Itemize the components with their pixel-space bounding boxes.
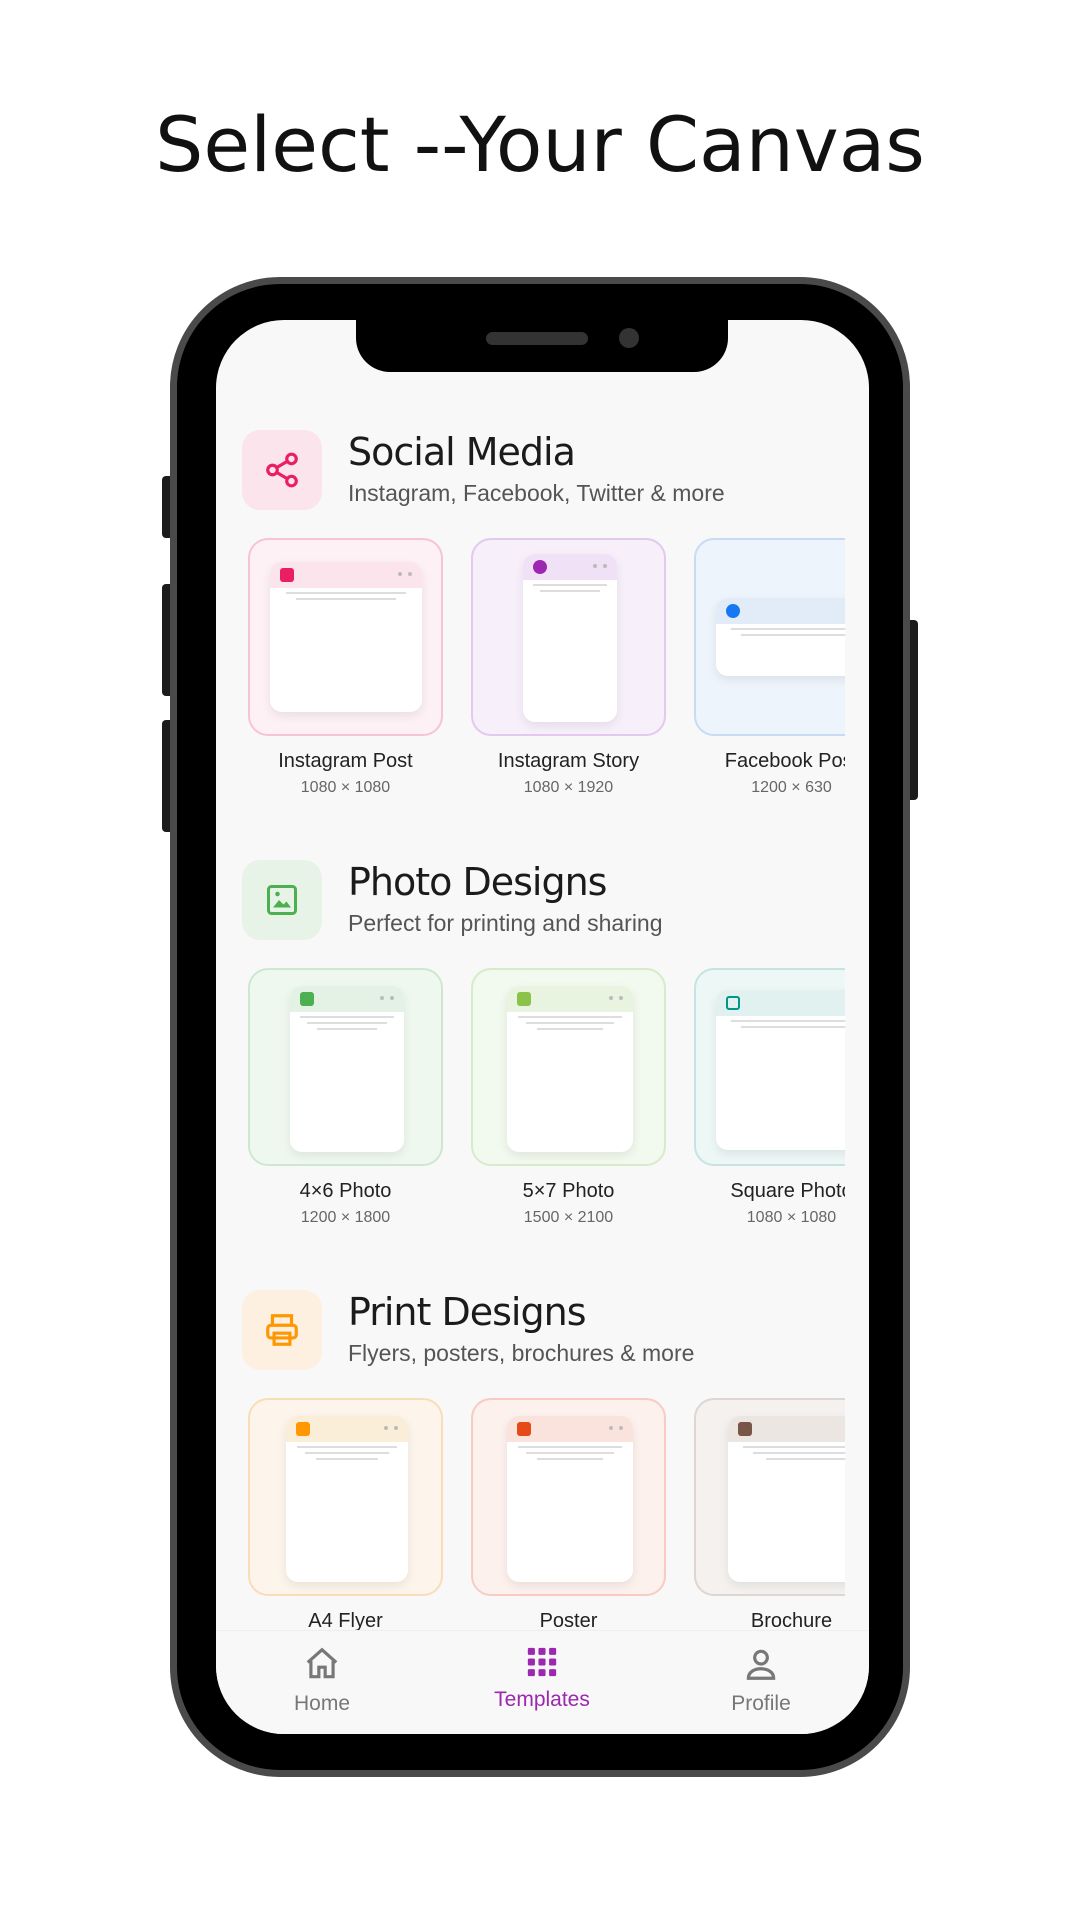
section-subtitle: Perfect for printing and sharing [348,910,663,936]
template-size: 1080 × 1920 [523,779,614,796]
template-card-poster[interactable]: Poster [471,1398,666,1633]
grid-icon [527,1647,557,1677]
template-card-4x6-photo[interactable]: 4×6 Photo 1200 × 1800 [248,968,443,1227]
template-thumbnail [694,1398,845,1596]
template-name: Instagram Story [497,750,640,772]
tab-label: Profile [731,1692,791,1715]
section-subtitle: Instagram, Facebook, Twitter & more [348,480,725,506]
bottom-tab-bar: Home Templates Profile [216,1630,869,1734]
page-headline: Select --Your Canvas [155,100,925,189]
template-size: 1080 × 1080 [300,779,391,796]
tab-templates[interactable]: Templates [472,1645,612,1712]
template-carousel[interactable]: 4×6 Photo 1200 × 1800 5×7 Photo 1500 × 2… [248,968,845,1228]
template-name: Square Photo [730,1180,845,1202]
section-title: Social Media [348,430,576,474]
home-icon [306,1647,338,1679]
template-card-square-photo[interactable]: Square Photo 1080 × 1080 [694,968,845,1227]
image-icon [242,860,322,940]
template-size: 1500 × 2100 [523,1209,614,1226]
template-card-facebook-post[interactable]: Facebook Post 1200 × 630 [694,538,845,797]
template-name: Facebook Post [724,750,845,772]
tab-label: Templates [494,1688,590,1711]
tab-home[interactable]: Home [252,1645,392,1716]
template-name: 5×7 Photo [522,1180,615,1202]
template-thumbnail [471,538,666,736]
template-size: 1080 × 1080 [746,1209,837,1226]
book-icon [738,1422,752,1436]
document-icon [296,1422,310,1436]
person-icon [746,1649,776,1680]
template-thumbnail [248,968,443,1166]
app-screen: Social Media Instagram, Facebook, Twitte… [216,320,869,1734]
template-name: 4×6 Photo [299,1180,392,1202]
phone-notch [356,320,728,372]
printer-icon [242,1290,322,1370]
phone-camera [619,328,639,348]
template-thumbnail [694,968,845,1166]
facebook-icon [726,604,740,618]
camera-icon [280,568,294,582]
template-thumbnail [248,1398,443,1596]
template-thumbnail [471,968,666,1166]
square-icon [726,996,740,1010]
template-size: 1200 × 630 [751,779,832,796]
phone-speaker [486,332,588,345]
alert-icon [517,1422,531,1436]
share-icon [242,430,322,510]
template-carousel[interactable]: A4 Flyer Poster Brochure [248,1398,845,1638]
image-icon [300,992,314,1006]
section-subtitle: Flyers, posters, brochures & more [348,1340,695,1366]
tab-label: Home [293,1692,351,1715]
template-card-a4-flyer[interactable]: A4 Flyer [248,1398,443,1633]
tab-profile[interactable]: Profile [691,1645,831,1716]
template-carousel[interactable]: Instagram Post 1080 × 1080 Instagram Sto… [248,538,845,798]
template-name: Instagram Post [278,750,413,772]
template-card-instagram-post[interactable]: Instagram Post 1080 × 1080 [248,538,443,797]
aperture-icon [533,560,547,574]
template-card-brochure[interactable]: Brochure [694,1398,845,1633]
template-thumbnail [471,1398,666,1596]
template-thumbnail [248,538,443,736]
section-title: Photo Designs [348,860,607,904]
section-title: Print Designs [348,1290,586,1334]
image-icon [517,992,531,1006]
template-card-instagram-story[interactable]: Instagram Story 1080 × 1920 [471,538,666,797]
template-size: 1200 × 1800 [300,1209,391,1226]
template-card-5x7-photo[interactable]: 5×7 Photo 1500 × 2100 [471,968,666,1227]
template-thumbnail [694,538,845,736]
